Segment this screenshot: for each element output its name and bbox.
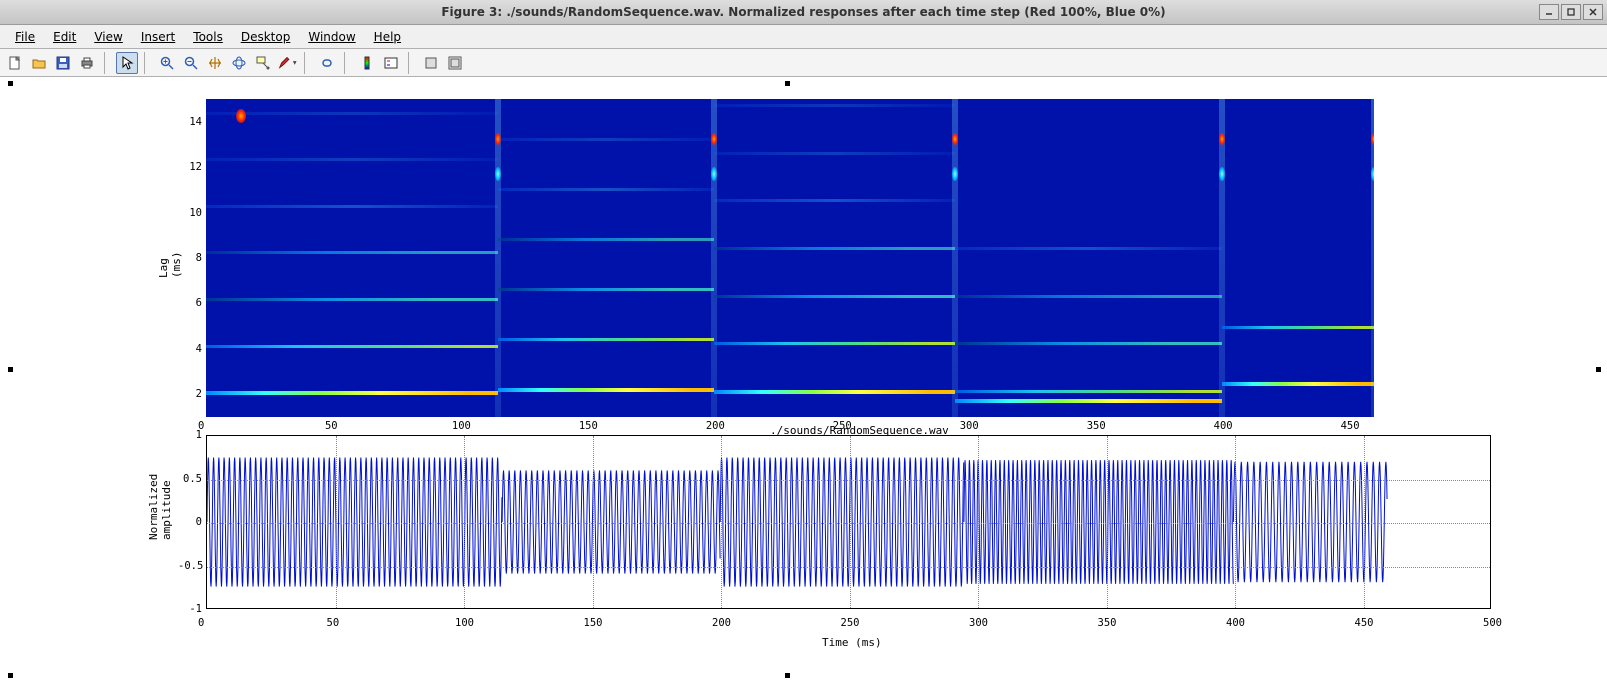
minimize-button[interactable] (1539, 4, 1559, 20)
resize-handle-icon (785, 81, 790, 86)
show-plot-tools-button[interactable] (444, 52, 466, 74)
resize-handle-icon (1596, 367, 1601, 372)
axes1-ytick: 2 (188, 388, 202, 400)
print-figure-button[interactable] (76, 52, 98, 74)
axes2-xtick: 50 (327, 617, 340, 629)
menu-desktop[interactable]: Desktop (232, 26, 300, 48)
axes1-ytick: 8 (188, 252, 202, 264)
axes2-ylabel: Normalized amplitude (147, 520, 173, 540)
axes1-ytick: 4 (188, 343, 202, 355)
lag-heatmap-axes[interactable] (206, 99, 1374, 417)
axes1-xtick: 450 (1341, 420, 1360, 432)
axes2-xtick: 450 (1355, 617, 1374, 629)
menu-view[interactable]: View (85, 26, 131, 48)
axes2-xtick: 100 (455, 617, 474, 629)
menu-edit[interactable]: Edit (44, 26, 85, 48)
axes2-xtick: 500 (1483, 617, 1502, 629)
close-button[interactable] (1583, 4, 1603, 20)
new-figure-button[interactable] (4, 52, 26, 74)
axes1-ytick: 12 (188, 161, 202, 173)
axes1-xtick: 100 (452, 420, 471, 432)
window-titlebar: Figure 3: ./sounds/RandomSequence.wav. N… (0, 0, 1607, 25)
edit-plot-button[interactable] (116, 52, 138, 74)
toolbar-separator (304, 52, 310, 74)
rotate3d-button[interactable] (228, 52, 250, 74)
zoom-out-button[interactable] (180, 52, 202, 74)
menubar: File Edit View Insert Tools Desktop Wind… (0, 25, 1607, 49)
axes1-xtick: 350 (1087, 420, 1106, 432)
axes2-ytick: -0.5 (178, 560, 202, 572)
axes2-xtick: 150 (584, 617, 603, 629)
toolbar-separator (408, 52, 414, 74)
open-file-button[interactable] (28, 52, 50, 74)
resize-handle-icon (8, 81, 13, 86)
axes2-ytick: 1 (178, 429, 202, 441)
toolbar-separator (344, 52, 350, 74)
window-title: Figure 3: ./sounds/RandomSequence.wav. N… (0, 5, 1607, 19)
resize-handle-icon (8, 673, 13, 678)
axes1-xtick: 400 (1214, 420, 1233, 432)
axes1-xtick: 300 (960, 420, 979, 432)
axes1-xtick: 200 (706, 420, 725, 432)
axes2-xtick: 350 (1098, 617, 1117, 629)
link-plot-button[interactable] (316, 52, 338, 74)
data-cursor-button[interactable] (252, 52, 274, 74)
axes2-xlabel: Time (ms) (822, 636, 882, 649)
maximize-button[interactable] (1561, 4, 1581, 20)
hide-plot-tools-button[interactable] (420, 52, 442, 74)
axes2-ytick: 0.5 (178, 473, 202, 485)
resize-handle-icon (785, 673, 790, 678)
toolbar-separator (144, 52, 150, 74)
toolbar (0, 49, 1607, 77)
figure-canvas[interactable]: Lag (ms) ./sounds/RandomSequence.wav Nor… (0, 77, 1607, 682)
menu-help[interactable]: Help (365, 26, 410, 48)
insert-colorbar-button[interactable] (356, 52, 378, 74)
menu-insert[interactable]: Insert (132, 26, 184, 48)
axes2-xtick: 300 (969, 617, 988, 629)
axes1-xtick: 50 (325, 420, 338, 432)
axes2-xtick: 400 (1226, 617, 1245, 629)
zoom-in-button[interactable] (156, 52, 178, 74)
axes1-ytick: 6 (188, 297, 202, 309)
axes2-xtick: 250 (841, 617, 860, 629)
menu-tools[interactable]: Tools (184, 26, 232, 48)
axes1-ytick: 10 (188, 207, 202, 219)
axes2-ytick: 0 (178, 516, 202, 528)
save-figure-button[interactable] (52, 52, 74, 74)
axes2-xtick: 0 (198, 617, 204, 629)
axes1-ytick: 14 (188, 116, 202, 128)
insert-legend-button[interactable] (380, 52, 402, 74)
axes1-xtick: 150 (579, 420, 598, 432)
axes1-ylabel: Lag (ms) (157, 258, 183, 278)
axes1-xtick: 250 (833, 420, 852, 432)
menu-window[interactable]: Window (299, 26, 364, 48)
waveform-axes[interactable] (206, 435, 1491, 609)
brush-button[interactable] (276, 52, 298, 74)
pan-button[interactable] (204, 52, 226, 74)
toolbar-separator (104, 52, 110, 74)
axes2-ytick: -1 (178, 603, 202, 615)
resize-handle-icon (8, 367, 13, 372)
menu-file[interactable]: File (6, 26, 44, 48)
axes2-xtick: 200 (712, 617, 731, 629)
